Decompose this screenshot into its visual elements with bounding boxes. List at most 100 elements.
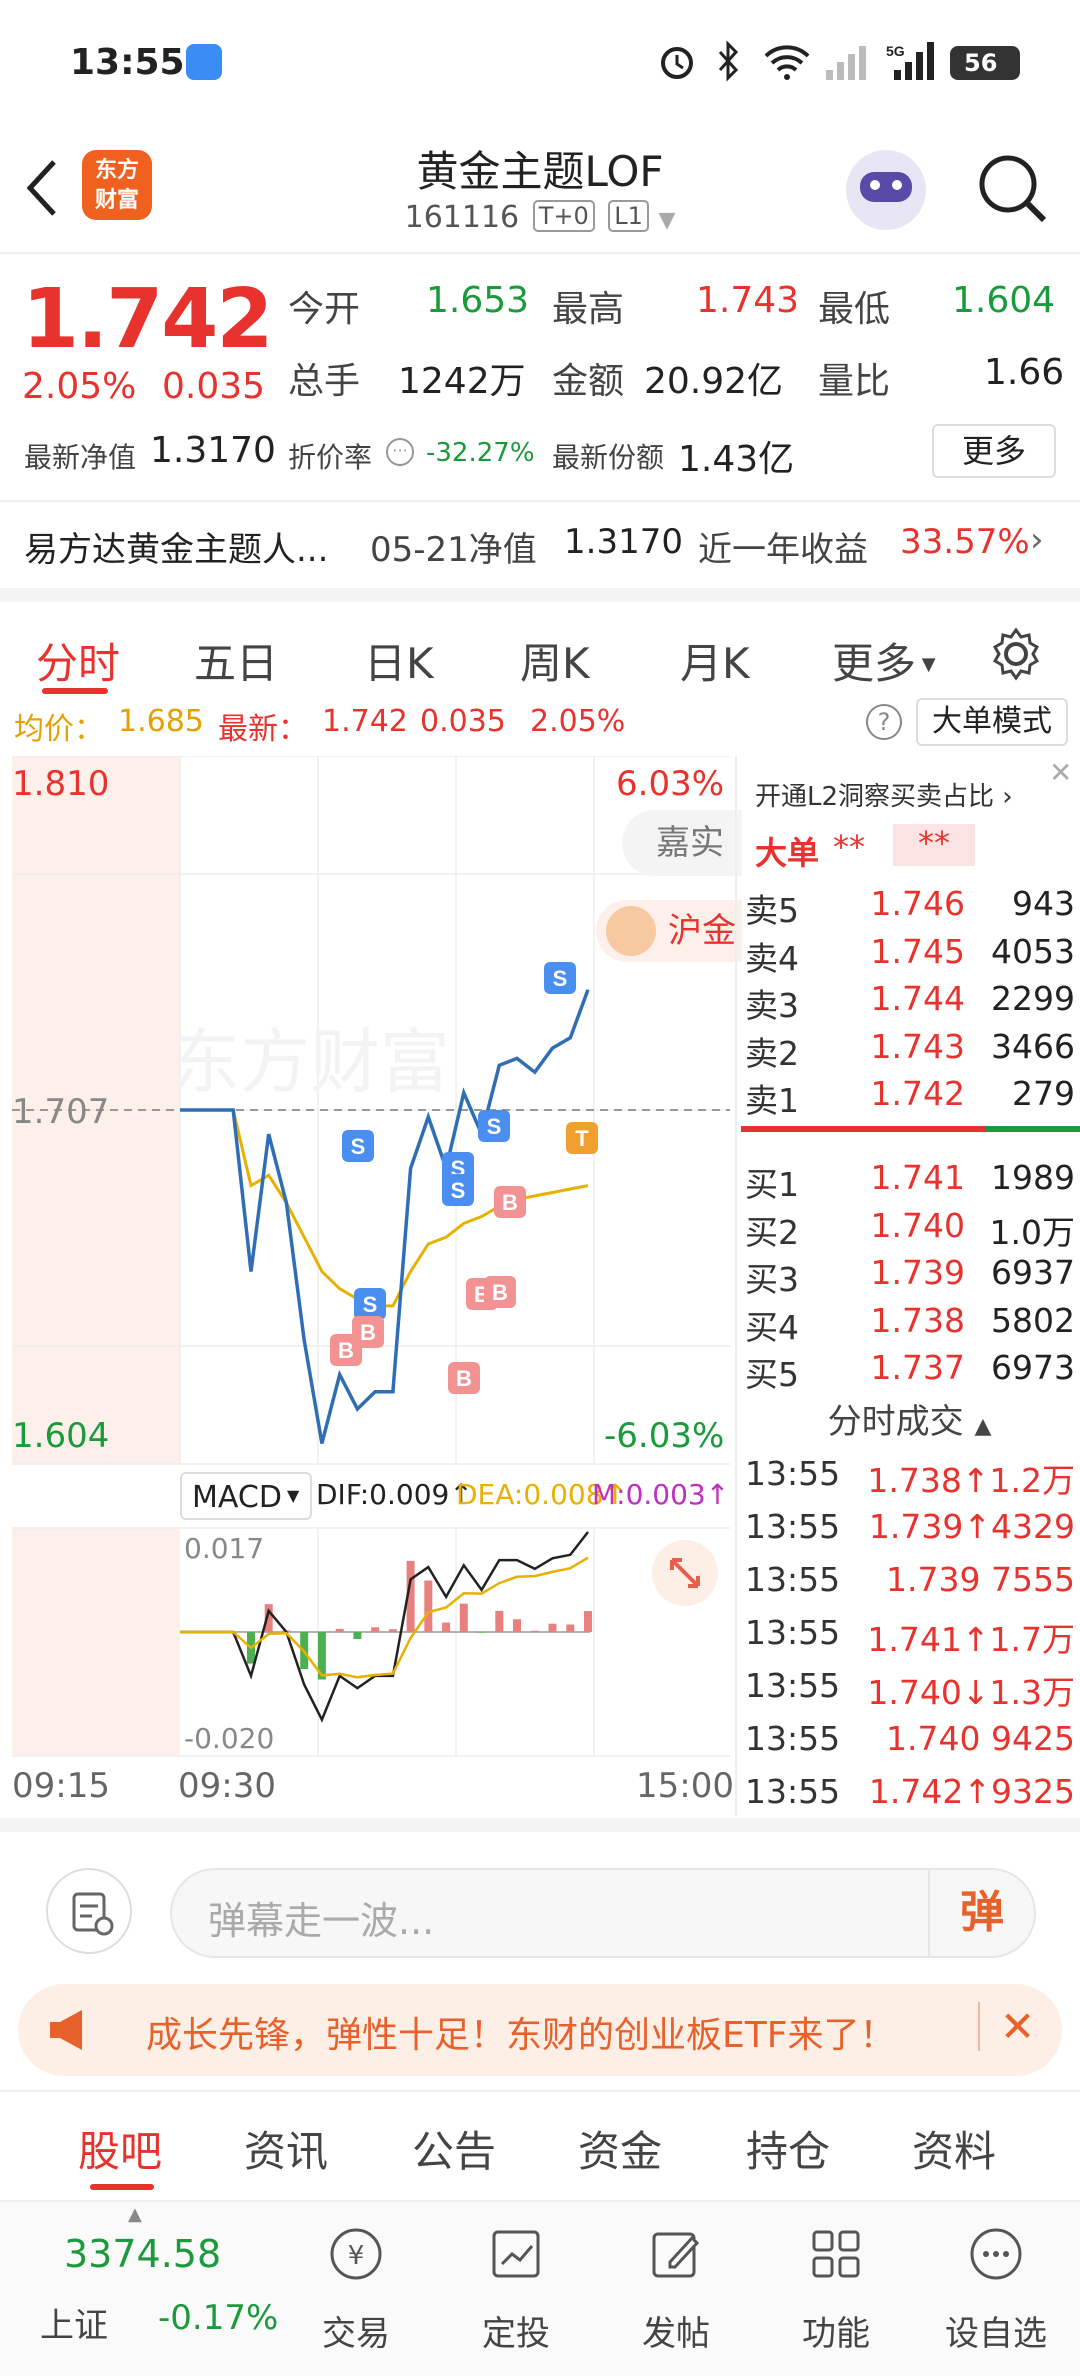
trade-price-volume: 1.741↑1.7万	[867, 1620, 1075, 1659]
svg-text:B: B	[456, 1366, 472, 1391]
tag-jiashi[interactable]: 嘉实	[622, 810, 742, 876]
tab-daily-k[interactable]: 日K	[364, 630, 434, 691]
avg-price-line	[180, 1108, 589, 1308]
bottom-nav: ▲ 3374.58 上证 -0.17% ¥ 交易 定投 发帖 功能 设自选	[0, 2200, 1080, 2376]
sell-level-name: 卖4	[745, 938, 799, 978]
trades-title[interactable]: 分时成交 ▲	[737, 1394, 1080, 1443]
trades-title-label: 分时成交	[827, 1402, 964, 1442]
sell-level-row[interactable]: 卖4 1.745 4053	[745, 928, 1075, 978]
tag-jiashi-label: 嘉实	[656, 823, 724, 863]
tab-announcements[interactable]: 公告	[412, 2118, 496, 2179]
nav-label: 最新净值	[24, 441, 137, 474]
bluetooth-icon	[718, 40, 739, 82]
sell-level-row[interactable]: 卖1 1.742 279	[745, 1070, 1075, 1120]
nav-trade[interactable]: ¥ 交易	[276, 2202, 436, 2378]
nav-post[interactable]: 发帖	[596, 2202, 756, 2378]
buy-level-price: 1.738	[870, 1300, 965, 1340]
buy-level-name: 买2	[745, 1212, 799, 1252]
tag-hujin[interactable]: 沪金	[596, 900, 742, 962]
buy-level-row[interactable]: 买1 1.741 1989	[745, 1154, 1075, 1204]
buy-level-row[interactable]: 买5 1.737 6973	[745, 1344, 1075, 1394]
danmu-settings-icon[interactable]	[46, 1868, 132, 1954]
tab-weekly-k[interactable]: 周K	[520, 630, 590, 691]
tab-news[interactable]: 资讯	[244, 2118, 328, 2179]
buy-level-row[interactable]: 买2 1.740 1.0万	[745, 1202, 1075, 1252]
index-widget[interactable]: ▲ 3374.58 上证 -0.17%	[0, 2202, 290, 2378]
trade-price-volume: 1.739 7555	[886, 1560, 1075, 1599]
open-label: 今开	[288, 289, 361, 330]
buy-level-price: 1.739	[870, 1253, 965, 1292]
svg-text:B: B	[360, 1320, 376, 1345]
year-return-value: 33.57%	[900, 522, 1030, 562]
macd-bot-label: -0.020	[184, 1722, 275, 1755]
macd-selector[interactable]: MACD ▼	[180, 1472, 312, 1520]
tab-guba[interactable]: 股吧	[78, 2118, 162, 2179]
buy-level-row[interactable]: 买3 1.739 6937	[745, 1249, 1075, 1299]
svg-text:¥: ¥	[348, 2241, 365, 2271]
trade-row: 13:55 1.740 9425	[745, 1715, 1075, 1761]
search-icon[interactable]	[974, 150, 1050, 226]
svg-text:B: B	[338, 1338, 354, 1363]
big-order-label: 大单	[755, 834, 820, 872]
macd-bar	[495, 1610, 504, 1632]
close-icon[interactable]: ✕	[1049, 756, 1080, 789]
tab-profile[interactable]: 资料	[912, 2118, 996, 2179]
robot-assistant-icon[interactable]	[846, 150, 926, 230]
more-button[interactable]: 更多	[932, 424, 1056, 478]
expand-icon[interactable]	[652, 1540, 718, 1606]
tab-intraday[interactable]: 分时	[36, 630, 120, 691]
sell-level-row[interactable]: 卖2 1.743 3466	[745, 1023, 1075, 1073]
danmu-input[interactable]: 弹幕走一波... 弹	[170, 1868, 1036, 1958]
buy-level-volume: 1989	[991, 1158, 1075, 1197]
macd-label: MACD	[192, 1480, 282, 1515]
buy-level-name: 买3	[745, 1260, 799, 1299]
trade-price-volume: 1.738↑1.2万	[867, 1461, 1075, 1500]
buy-level-price: 1.737	[870, 1348, 965, 1387]
nav-functions[interactable]: 功能	[756, 2202, 916, 2378]
tab-funds[interactable]: 资金	[578, 2118, 662, 2179]
fund-info-row[interactable]: 易方达黄金主题人... 05-21净值 1.3170 近一年收益 33.57% …	[0, 500, 1080, 586]
latest-change: 0.035	[420, 704, 506, 739]
macd-bar	[530, 1630, 539, 1632]
trade-time: 13:55	[745, 1507, 841, 1546]
discount-label: 折价率	[288, 441, 373, 474]
functions-grid-icon	[812, 2230, 860, 2278]
trade-row: 13:55 1.739 7555	[745, 1556, 1075, 1602]
sell-level-price: 1.745	[870, 931, 965, 971]
tab-monthly-k[interactable]: 月K	[680, 630, 750, 691]
danmu-send-button[interactable]: 弹	[928, 1870, 1034, 1956]
nav-functions-label: 功能	[802, 2314, 870, 2354]
svg-text:B: B	[492, 1280, 508, 1305]
stock-header: 东方 财富 黄金主题LOF 161116 T+0 L1 ▼	[0, 128, 1080, 254]
sell-level-volume: 4053	[991, 931, 1075, 971]
dropdown-icon[interactable]: ▼	[658, 208, 675, 233]
tab-holdings[interactable]: 持仓	[746, 2118, 830, 2179]
app-notification-icon	[186, 44, 222, 80]
intraday-chart[interactable]: 东方财富 S S S S S S T B B B B B B 1.810 1.7…	[0, 755, 742, 1816]
intraday-info-line: 均价： 1.685 最新： 1.742 0.035 2.05% ? 大单模式	[0, 692, 1080, 754]
nav-date-value: 1.3170	[564, 522, 683, 562]
trade-price-volume: 1.739↑4329	[868, 1507, 1075, 1546]
nav-watchlist[interactable]: 设自选	[916, 2202, 1076, 2378]
promo-banner[interactable]: 成长先锋，弹性十足！东财的创业板ETF来了！ ✕	[18, 1984, 1062, 2076]
signal-5g-icon: 5G	[886, 42, 934, 80]
banner-close-icon[interactable]: ✕	[978, 2002, 1035, 2051]
buy-level-row[interactable]: 买4 1.738 5802	[745, 1297, 1075, 1347]
sell-level-name: 卖5	[745, 891, 799, 930]
settings-gear-icon[interactable]	[988, 626, 1044, 682]
latest-pct: 2.05%	[530, 704, 626, 739]
tab-5day[interactable]: 五日	[194, 630, 278, 691]
tab-more[interactable]: 更多 ▼	[832, 630, 936, 691]
sell-level-price: 1.742	[870, 1074, 965, 1113]
danmu-bar: 弹幕走一波... 弹	[0, 1818, 1080, 1968]
l2-upsell[interactable]: 开通L2洞察买卖占比 ›	[755, 776, 1013, 813]
nav-invest[interactable]: 定投	[436, 2202, 596, 2378]
sell-level-row[interactable]: 卖5 1.746 943	[745, 880, 1075, 930]
big-order-mode-button[interactable]: 大单模式	[916, 698, 1068, 746]
info-icon[interactable]: ···	[386, 438, 414, 466]
help-icon[interactable]: ?	[866, 704, 902, 740]
buy-level-volume: 6973	[991, 1348, 1075, 1387]
svg-text:B: B	[502, 1190, 518, 1215]
sell-level-row[interactable]: 卖3 1.744 2299	[745, 975, 1075, 1025]
signal-icon	[826, 46, 866, 80]
